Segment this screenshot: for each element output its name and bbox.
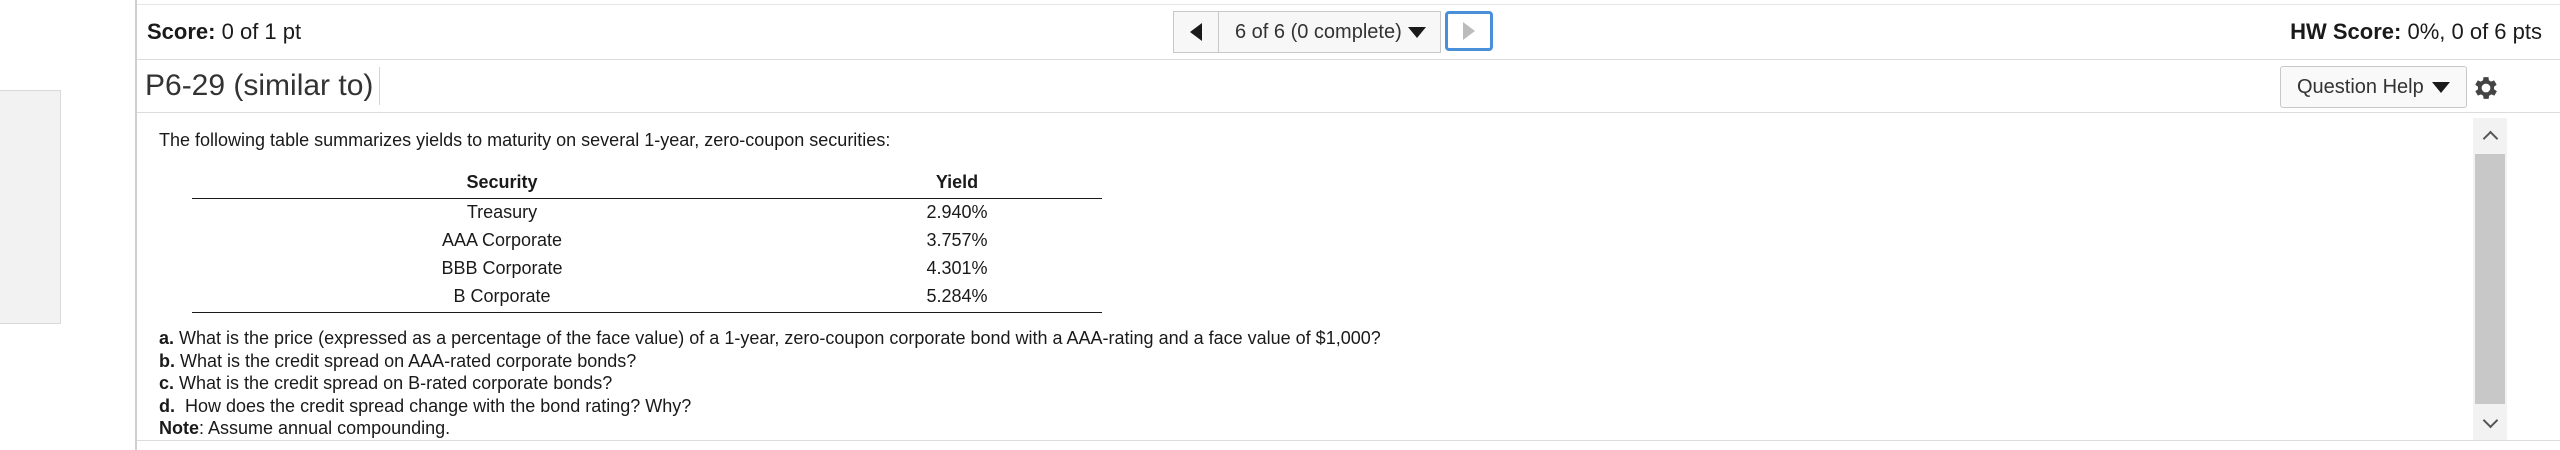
part-label: a. <box>159 328 175 348</box>
question-part-b: b. What is the credit spread on AAA-rate… <box>159 350 1381 373</box>
question-navigator: 6 of 6 (0 complete) <box>1173 11 1493 55</box>
triangle-left-icon <box>1190 23 1202 41</box>
question-select-value: 6 of 6 (0 complete) <box>1235 20 1402 43</box>
content-bottom-divider <box>137 440 2560 441</box>
question-title: P6-29 (similar to) <box>145 67 381 105</box>
triangle-down-icon <box>1407 26 1426 38</box>
question-help-label: Question Help <box>2297 75 2424 98</box>
note-label: Note <box>159 418 199 438</box>
part-label: c. <box>159 373 175 393</box>
question-title-bar: P6-29 (similar to) Question Help <box>137 59 2560 113</box>
next-question-button[interactable] <box>1444 11 1493 51</box>
yield-cell: 4.301% <box>926 258 988 278</box>
part-label: b. <box>159 350 175 371</box>
score-value: 0 of 1 pt <box>221 19 302 44</box>
yield-cell: 2.940% <box>926 202 988 222</box>
security-cell: Treasury <box>466 202 538 222</box>
part-label: d. <box>159 395 175 416</box>
table-header-row: Security Yield <box>192 169 1102 199</box>
table-row: BBB Corporate 4.301% <box>192 255 1102 283</box>
part-text: What is the credit spread on B-rated cor… <box>174 373 613 393</box>
yield-cell: 5.284% <box>812 283 1102 313</box>
table-row: B Corporate 5.284% <box>192 283 1102 313</box>
question-note: Note: Assume annual compounding. <box>159 417 1381 440</box>
scroll-up-button[interactable] <box>2473 118 2507 154</box>
question-part-a: a. What is the price (expressed as a per… <box>159 327 1381 350</box>
yields-table: Security Yield Treasury 2.940% AAA Corpo… <box>192 169 1102 313</box>
hw-score: HW Score: 0%, 0 of 6 pts <box>2290 19 2542 45</box>
question-help-button[interactable]: Question Help <box>2280 66 2467 108</box>
part-text: What is the credit spread on AAA-rated c… <box>175 350 637 371</box>
table-row: Treasury 2.940% <box>192 199 1102 228</box>
triangle-right-icon <box>1462 22 1475 40</box>
column-header-yield: Yield <box>812 169 1102 199</box>
part-text: What is the price (expressed as a percen… <box>174 328 1381 348</box>
question-content: The following table summarizes yields to… <box>137 113 2473 450</box>
column-header-security: Security <box>192 169 812 199</box>
question-select-dropdown[interactable]: 6 of 6 (0 complete) <box>1219 11 1441 53</box>
scroll-down-button[interactable] <box>2473 404 2507 440</box>
gear-icon[interactable] <box>2471 73 2501 103</box>
part-text: How does the credit spread change with t… <box>175 395 692 416</box>
previous-question-button[interactable] <box>1173 11 1219 53</box>
question-parts: a. What is the price (expressed as a per… <box>159 327 1381 440</box>
hw-score-value: 0%, 0 of 6 pts <box>2407 19 2542 44</box>
score-label: Score: <box>147 19 216 44</box>
yield-cell: 3.757% <box>926 230 988 250</box>
security-cell: AAA Corporate <box>441 230 563 250</box>
question-intro: The following table summarizes yields to… <box>159 130 891 150</box>
hw-score-label: HW Score: <box>2290 19 2402 44</box>
triangle-down-icon <box>2431 81 2450 93</box>
question-app: Score: 0 of 1 pt 6 of 6 (0 complete) HW … <box>137 0 2560 450</box>
security-cell: B Corporate <box>192 283 812 313</box>
score: Score: 0 of 1 pt <box>147 19 301 45</box>
content-scrollbar[interactable] <box>2473 118 2507 440</box>
table-row: AAA Corporate 3.757% <box>192 227 1102 255</box>
scroll-thumb[interactable] <box>2475 154 2505 404</box>
question-part-c: c. What is the credit spread on B-rated … <box>159 372 1381 395</box>
chevron-up-icon <box>2482 130 2498 146</box>
left-gutter <box>0 0 135 450</box>
left-side-panel <box>0 90 61 324</box>
security-cell: BBB Corporate <box>441 258 563 278</box>
note-text: : Assume annual compounding. <box>199 418 451 438</box>
question-part-d: d. How does the credit spread change wit… <box>159 395 1381 418</box>
chevron-down-icon <box>2482 412 2498 428</box>
score-bar: Score: 0 of 1 pt 6 of 6 (0 complete) HW … <box>137 4 2560 60</box>
